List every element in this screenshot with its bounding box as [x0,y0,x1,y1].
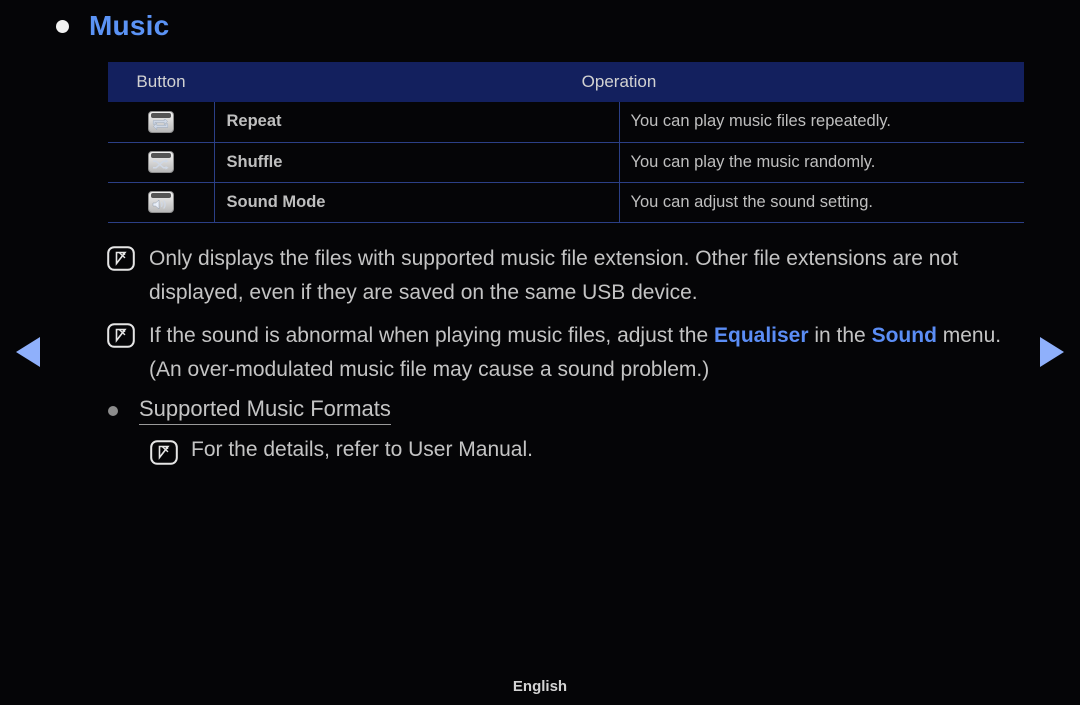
speaker-glyph [149,198,173,211]
button-operation-table: Button Operation Repeat You can play mus… [108,62,1024,223]
bullet-icon [108,405,118,416]
row-label: Shuffle [214,142,620,183]
repeat-glyph [149,118,173,131]
previous-page-arrow-icon[interactable] [16,337,40,367]
note-text: Only displays the files with supported m… [149,247,958,304]
equaliser-term: Equaliser [713,324,809,347]
row-label: Repeat [214,102,620,143]
remote-button-cell [108,142,215,183]
page-heading: Music [56,12,169,40]
bullet-icon [56,19,69,33]
note-pencil-icon [150,439,178,465]
supported-formats-section: Supported Music Formats For the details,… [108,396,533,465]
column-header-operation: Operation [214,62,1024,102]
note-text: If the sound is abnormal when playing mu… [149,324,1002,381]
row-description: You can play music files repeatedly. [619,102,1024,143]
row-label: Sound Mode [214,182,620,223]
footer-language-label: English [512,678,568,695]
next-page-arrow-icon[interactable] [1040,337,1064,367]
table-row: Sound Mode You can adjust the sound sett… [108,182,1024,223]
note-pencil-icon [107,246,135,271]
note-item: For the details, refer to User Manual. [150,435,533,465]
table-row: Shuffle You can play the music randomly. [108,142,1024,183]
note-pencil-icon [107,323,135,348]
sound-term: Sound [871,324,937,347]
supported-formats-heading: Supported Music Formats [108,396,533,425]
shuffle-icon [147,151,174,173]
shuffle-glyph [149,158,173,171]
row-description: You can play the music randomly. [619,142,1024,183]
row-description: You can adjust the sound setting. [619,182,1024,223]
note-text: For the details, refer to User Manual. [191,438,533,461]
table-row: Repeat You can play music files repeated… [108,102,1024,143]
remote-button-cell [108,102,215,143]
page-title: Music [89,10,170,41]
note-item: If the sound is abnormal when playing mu… [107,319,1037,387]
column-header-button: Button [108,62,214,102]
sound-mode-icon [147,191,174,213]
remote-button-cell [108,182,215,223]
repeat-icon [147,110,174,133]
table-header-row: Button Operation [108,62,1024,102]
supported-formats-title: Supported Music Formats [139,396,391,425]
note-item: Only displays the files with supported m… [107,242,1037,310]
